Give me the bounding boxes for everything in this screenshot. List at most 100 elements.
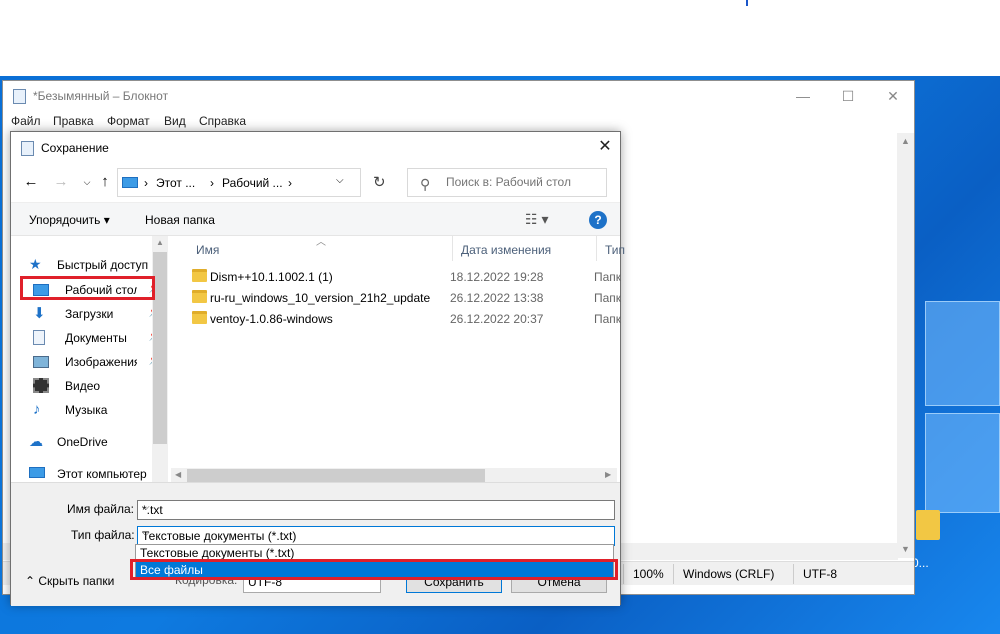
nav-item-music[interactable]: ♪ Музыка xyxy=(33,399,165,421)
column-name[interactable]: Имя ︿ xyxy=(188,236,453,261)
menu-help[interactable]: Справка xyxy=(199,114,246,128)
file-date: 26.12.2022 13:38 xyxy=(450,291,544,305)
back-arrow-icon[interactable]: ← xyxy=(21,172,41,192)
hide-folders-label: Скрыть папки xyxy=(38,574,115,588)
nav-scrollbar[interactable]: ▲ xyxy=(152,236,168,482)
file-name: ventoy-1.0.86-windows xyxy=(210,312,333,326)
breadcrumb-sep-1: › xyxy=(144,176,148,190)
view-options-icon[interactable]: ☷ ▾ xyxy=(525,211,548,228)
menu-edit[interactable]: Правка xyxy=(53,114,94,128)
highlight-desktop xyxy=(20,276,155,300)
folder-icon xyxy=(192,290,207,303)
column-type[interactable]: Тип xyxy=(597,236,625,261)
breadcrumb-sep-2: › xyxy=(210,176,214,190)
breadcrumb-sep-3: › xyxy=(288,176,292,190)
column-date[interactable]: Дата изменения xyxy=(453,236,597,261)
navigation-pane: ★ Быстрый доступ Рабочий стол 📌 ⬇ Загруз… xyxy=(11,236,171,482)
address-dropdown-icon[interactable]: ⌵ xyxy=(336,175,344,186)
address-bar[interactable]: › Этот ... › Рабочий ... › ⌵ xyxy=(117,168,361,197)
quick-access-label: Быстрый доступ xyxy=(57,258,149,272)
breadcrumb-desktop[interactable]: Рабочий ... xyxy=(222,176,283,190)
close-button[interactable]: ✕ xyxy=(870,81,916,111)
table-row[interactable]: Dism++10.1.1002.1 (1) 18.12.2022 19:28 П… xyxy=(188,266,622,287)
notepad-title: *Безымянный – Блокнот xyxy=(33,89,169,103)
status-encoding: UTF-8 xyxy=(803,567,837,581)
dialog-toolbar: Упорядочить ▾ Новая папка ☷ ▾ ? xyxy=(11,202,620,236)
column-type-label: Тип xyxy=(605,243,626,257)
refresh-button[interactable]: ↻ xyxy=(366,168,394,197)
nav-item-documents[interactable]: Документы 📌 xyxy=(33,327,165,349)
cloud-icon: ☁ xyxy=(29,433,43,449)
search-box[interactable]: ⚲ xyxy=(407,168,607,197)
scroll-up-icon[interactable]: ▲ xyxy=(156,238,164,247)
scroll-down-icon[interactable]: ▼ xyxy=(897,541,914,558)
search-icon: ⚲ xyxy=(420,176,431,192)
filetype-label: Тип файла: xyxy=(71,528,135,542)
scroll-right-icon[interactable]: ▶ xyxy=(605,470,611,479)
computer-icon xyxy=(29,467,45,478)
file-type: Папк xyxy=(594,270,622,284)
windows-logo xyxy=(925,301,1000,631)
dialog-close-button[interactable]: ✕ xyxy=(590,132,620,162)
filename-label: Имя файла: xyxy=(67,502,134,516)
sort-chevron-icon: ︿ xyxy=(316,237,326,248)
scroll-left-icon[interactable]: ◀ xyxy=(175,470,181,479)
file-date: 18.12.2022 19:28 xyxy=(450,270,544,284)
chevron-up-icon: ⌃ xyxy=(25,574,39,588)
star-icon: ★ xyxy=(29,256,42,272)
refresh-icon: ↻ xyxy=(373,174,386,191)
minimize-button[interactable]: — xyxy=(780,81,826,111)
navigation-row: ← → ⌵ ↑ › Этот ... › Рабочий ... › ⌵ ↻ ⚲ xyxy=(11,164,620,200)
file-list-scroll-thumb[interactable] xyxy=(187,469,485,483)
nav-item-pictures[interactable]: Изображения 📌 xyxy=(33,351,165,373)
nav-scroll-thumb[interactable] xyxy=(153,252,167,444)
nav-item-downloads[interactable]: ⬇ Загрузки 📌 xyxy=(33,303,165,325)
folder-icon xyxy=(192,269,207,282)
new-folder-button[interactable]: Новая папка xyxy=(145,213,215,227)
file-type: Папк xyxy=(594,291,622,305)
recent-chevron-icon[interactable]: ⌵ xyxy=(77,172,97,192)
download-arrow-icon: ⬇ xyxy=(33,305,46,322)
menu-view[interactable]: Вид xyxy=(164,114,186,128)
organize-button[interactable]: Упорядочить ▾ xyxy=(29,213,110,227)
search-input[interactable] xyxy=(446,175,596,189)
breadcrumb-this-pc[interactable]: Этот ... xyxy=(156,176,195,190)
onedrive-label: OneDrive xyxy=(57,435,108,449)
scroll-up-icon[interactable]: ▲ xyxy=(897,133,914,150)
notepad-vertical-scrollbar[interactable]: ▲ ▼ xyxy=(897,133,914,558)
table-row[interactable]: ventoy-1.0.86-windows 26.12.2022 20:37 П… xyxy=(188,308,622,329)
dialog-titlebar[interactable]: Сохранение ✕ xyxy=(11,132,620,163)
maximize-button[interactable]: ☐ xyxy=(825,81,871,111)
nav-item-label: Музыка xyxy=(65,403,108,417)
music-note-icon: ♪ xyxy=(33,401,41,418)
hide-folders-button[interactable]: ⌃ Скрыть папки xyxy=(25,574,114,588)
notepad-menubar: Файл Правка Формат Вид Справка xyxy=(3,111,914,131)
desktop-folder[interactable]: 0... xyxy=(912,506,942,570)
nav-item-label: Загрузки xyxy=(65,307,114,321)
column-name-label: Имя xyxy=(196,243,220,257)
highlight-all-files xyxy=(130,559,618,580)
up-arrow-icon[interactable]: ↑ xyxy=(95,172,115,192)
notepad-icon xyxy=(13,89,26,104)
film-icon xyxy=(33,378,49,393)
this-pc-label: Этот компьютер xyxy=(57,467,147,481)
computer-icon xyxy=(122,177,138,188)
dialog-title: Сохранение xyxy=(41,141,109,155)
table-row[interactable]: ru-ru_windows_10_version_21h2_update... … xyxy=(188,287,622,308)
chevron-down-icon[interactable]: ⌵ xyxy=(142,502,610,513)
file-name: Dism++10.1.1002.1 (1) xyxy=(210,270,333,284)
nav-item-videos[interactable]: Видео xyxy=(33,375,165,397)
nav-item-label: Видео xyxy=(65,379,101,393)
status-line-ending: Windows (CRLF) xyxy=(683,567,775,581)
filename-field[interactable]: *.txt ⌵ xyxy=(137,500,615,520)
filetype-select[interactable]: Текстовые документы (*.txt) ⌵ xyxy=(137,526,615,546)
menu-file[interactable]: Файл xyxy=(11,114,41,128)
notepad-titlebar[interactable]: *Безымянный – Блокнот — ☐ ✕ xyxy=(3,81,914,111)
folder-icon xyxy=(192,311,207,324)
forward-arrow-icon[interactable]: → xyxy=(51,172,71,192)
help-icon[interactable]: ? xyxy=(589,211,607,229)
chevron-down-icon[interactable]: ⌵ xyxy=(142,528,610,539)
menu-format[interactable]: Формат xyxy=(107,114,150,128)
file-type: Папк xyxy=(594,312,622,326)
top-marker xyxy=(746,0,748,6)
